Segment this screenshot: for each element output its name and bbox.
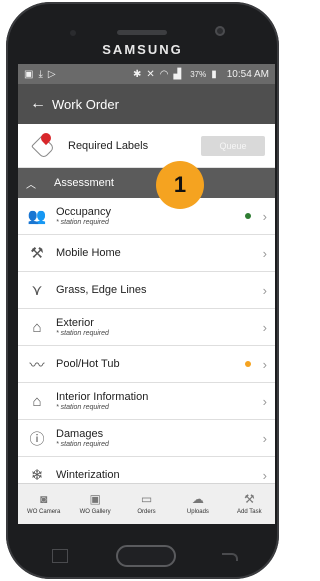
nav-label: Uploads bbox=[186, 509, 209, 515]
recent-apps-key[interactable] bbox=[52, 549, 68, 563]
screen: ▣ ⤓ ▷ ✱ ✕ ◠ ▟ 37% ▮ 10:54 AM ← Work Orde… bbox=[18, 64, 275, 524]
home-button[interactable] bbox=[116, 545, 176, 567]
bottom-navigation: ◙ WO Camera ▣ WO Gallery ▭ Orders ☁ Uplo… bbox=[18, 483, 275, 524]
page-title: Work Order bbox=[52, 96, 119, 112]
assessment-list: 👥 Occupancy * station required › ⚒ Mobil… bbox=[18, 198, 275, 494]
nav-label: WO Gallery bbox=[79, 509, 111, 515]
app-bar: ← Work Order bbox=[18, 84, 275, 124]
assessment-section-header[interactable]: ︿ Assessment 1 bbox=[18, 161, 275, 209]
queue-button[interactable]: Queue bbox=[201, 135, 265, 156]
chevron-up-icon: ︿ bbox=[26, 179, 36, 191]
chevron-right-icon: › bbox=[262, 283, 267, 298]
mute-icon: ✕ bbox=[146, 68, 155, 80]
back-key[interactable] bbox=[222, 553, 238, 561]
folder-icon: ▭ bbox=[140, 492, 153, 506]
section-title: Assessment bbox=[54, 177, 114, 189]
nav-label: Add Task bbox=[237, 509, 262, 515]
item-name: Grass, Edge Lines bbox=[56, 284, 147, 296]
play-icon: ▷ bbox=[47, 68, 56, 80]
status-dot bbox=[245, 213, 251, 219]
status-dot bbox=[245, 361, 251, 367]
tools-icon: ⚒ bbox=[30, 245, 44, 262]
nav-wo-gallery[interactable]: ▣ WO Gallery bbox=[69, 484, 120, 524]
list-item-grass-edge-lines[interactable]: ⋎ Grass, Edge Lines › bbox=[18, 272, 275, 309]
tag-icon bbox=[30, 130, 56, 159]
item-subtext: * station required bbox=[56, 404, 109, 411]
interior-icon: ⌂ bbox=[32, 392, 42, 410]
item-name: Winterization bbox=[56, 469, 120, 481]
chevron-right-icon: › bbox=[262, 357, 267, 372]
back-arrow-icon[interactable]: ← bbox=[30, 95, 52, 113]
list-item-occupancy[interactable]: 👥 Occupancy * station required › bbox=[18, 198, 275, 235]
required-labels-row: Required Labels Queue bbox=[18, 124, 275, 168]
person-icon: 👥 bbox=[27, 208, 47, 225]
pool-icon: 〰 bbox=[29, 356, 45, 374]
item-name: Damages bbox=[56, 428, 104, 440]
list-item-pool-hot-tub[interactable]: 〰 Pool/Hot Tub › bbox=[18, 346, 275, 383]
item-name: Interior Information bbox=[56, 391, 149, 403]
house-icon: ⌂ bbox=[32, 318, 42, 336]
nav-wo-camera[interactable]: ◙ WO Camera bbox=[18, 484, 69, 524]
chevron-right-icon: › bbox=[262, 209, 267, 224]
battery-icon: ▮ bbox=[211, 68, 217, 80]
add-task-icon: ⚒ bbox=[243, 492, 255, 506]
step-badge: 1 bbox=[156, 161, 204, 209]
item-name: Exterior bbox=[56, 317, 94, 329]
list-item-exterior[interactable]: ⌂ Exterior * station required › bbox=[18, 309, 275, 346]
chevron-right-icon: › bbox=[262, 431, 267, 446]
item-name: Pool/Hot Tub bbox=[56, 358, 120, 370]
clock: 10:54 AM bbox=[226, 68, 269, 80]
nav-label: WO Camera bbox=[27, 509, 61, 515]
chevron-right-icon: › bbox=[262, 468, 267, 483]
list-item-damages[interactable]: ⓘ Damages * station required › bbox=[18, 420, 275, 457]
proximity-sensor bbox=[70, 30, 76, 36]
device-brand: SAMSUNG bbox=[102, 42, 183, 57]
item-name: Mobile Home bbox=[56, 247, 121, 259]
cloud-upload-icon: ☁ bbox=[191, 492, 204, 506]
bluetooth-icon: ✱ bbox=[132, 68, 142, 80]
list-item-interior-information[interactable]: ⌂ Interior Information * station require… bbox=[18, 383, 275, 420]
required-labels-text: Required Labels bbox=[68, 139, 149, 152]
item-subtext: * station required bbox=[56, 330, 109, 337]
signal-icon: ▟ bbox=[173, 68, 182, 80]
chevron-right-icon: › bbox=[262, 394, 267, 409]
earpiece-speaker bbox=[117, 30, 167, 35]
nav-add-task[interactable]: ⚒ Add Task bbox=[224, 484, 275, 524]
wifi-icon: ◠ bbox=[159, 68, 169, 80]
nav-uploads[interactable]: ☁ Uploads bbox=[172, 484, 223, 524]
camera-icon: ◙ bbox=[40, 492, 48, 506]
grass-icon: ⋎ bbox=[31, 282, 43, 299]
nav-orders[interactable]: ▭ Orders bbox=[121, 484, 172, 524]
item-subtext: * station required bbox=[56, 219, 109, 226]
status-bar: ▣ ⤓ ▷ ✱ ✕ ◠ ▟ 37% ▮ 10:54 AM bbox=[18, 64, 275, 84]
item-name: Occupancy bbox=[56, 206, 112, 218]
nav-label: Orders bbox=[137, 509, 156, 515]
warning-icon: ⓘ bbox=[29, 430, 45, 448]
chevron-right-icon: › bbox=[262, 320, 267, 335]
image-notification-icon: ▣ bbox=[24, 68, 34, 80]
gallery-icon: ▣ bbox=[89, 492, 101, 506]
battery-percent: 37% bbox=[190, 69, 207, 79]
chevron-right-icon: › bbox=[262, 246, 267, 261]
list-item-mobile-home[interactable]: ⚒ Mobile Home › bbox=[18, 235, 275, 272]
download-icon: ⤓ bbox=[38, 68, 43, 80]
item-subtext: * station required bbox=[56, 441, 109, 448]
front-camera bbox=[215, 26, 225, 36]
